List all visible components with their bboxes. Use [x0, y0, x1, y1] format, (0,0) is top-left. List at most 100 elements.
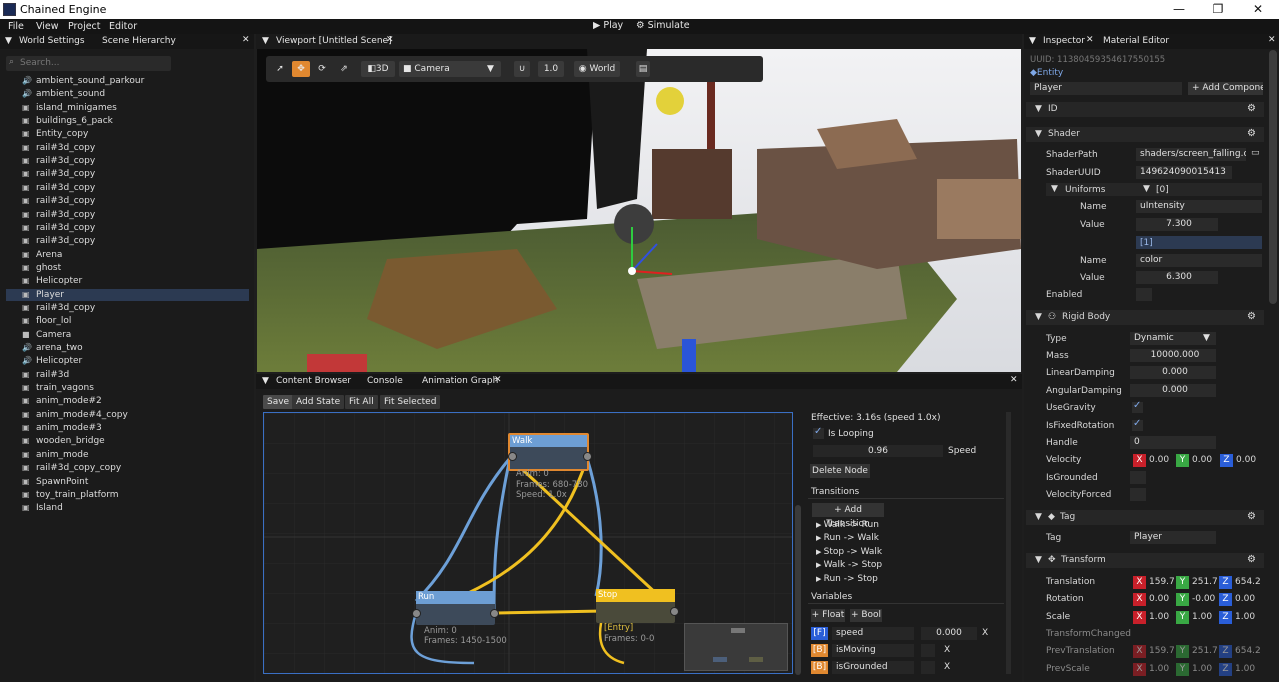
- uniform-1-name-input[interactable]: color: [1136, 254, 1262, 267]
- variable-name-input[interactable]: speed: [832, 627, 914, 640]
- tab-material-editor[interactable]: Material Editor: [1103, 36, 1169, 46]
- add-component-button[interactable]: + Add Componen: [1188, 82, 1263, 95]
- tree-item[interactable]: ▣ floor_lol: [22, 316, 71, 326]
- id-section-header[interactable]: ▼ ID ⚙: [1026, 102, 1264, 117]
- transform-value-y[interactable]: 1.00: [1192, 664, 1218, 674]
- tab-console[interactable]: Console: [367, 376, 403, 386]
- tree-item[interactable]: ▣ anim_mode#3: [22, 423, 102, 433]
- tab-world-settings[interactable]: World Settings: [19, 36, 85, 46]
- rotate-tool-icon[interactable]: ⟳: [314, 61, 330, 77]
- tree-item[interactable]: ▣ rail#3d_copy: [22, 143, 95, 153]
- tree-item[interactable]: ▣ Entity_copy: [22, 129, 88, 139]
- shader-section-header[interactable]: ▼ Shader ⚙: [1026, 127, 1264, 142]
- transform-value-z[interactable]: 654.22: [1235, 577, 1261, 587]
- uniform-0-value-input[interactable]: 7.300: [1136, 218, 1218, 231]
- tree-item[interactable]: ▣ rail#3d: [22, 370, 69, 380]
- is-fixed-rotation-checkbox[interactable]: [1132, 418, 1143, 431]
- velocity-x[interactable]: 0.00: [1149, 455, 1169, 465]
- tree-item[interactable]: ▣ Player: [22, 290, 64, 300]
- delete-variable-icon[interactable]: X: [944, 662, 950, 672]
- use-gravity-checkbox[interactable]: [1132, 400, 1143, 413]
- tree-item[interactable]: ▣ rail#3d_copy: [22, 196, 95, 206]
- type-select[interactable]: Dynamic ▼: [1130, 332, 1216, 345]
- add-state-button[interactable]: Add State: [292, 395, 345, 409]
- node-run[interactable]: Run: [416, 591, 495, 625]
- graph-minimap[interactable]: [684, 623, 788, 671]
- menu-file[interactable]: File: [8, 21, 24, 32]
- collapse-icon[interactable]: ▼: [262, 376, 269, 386]
- folder-icon[interactable]: ▭: [1251, 148, 1260, 158]
- uniform-1-value-input[interactable]: 6.300: [1136, 271, 1218, 284]
- tree-item[interactable]: ▣ rail#3d_copy: [22, 223, 95, 233]
- transform-value-y[interactable]: -0.00: [1192, 594, 1218, 604]
- pin-out[interactable]: [583, 452, 592, 461]
- fit-all-button[interactable]: Fit All: [345, 395, 378, 409]
- delete-variable-icon[interactable]: X: [982, 628, 988, 638]
- tree-item[interactable]: ▣ Arena: [22, 250, 62, 260]
- tree-item[interactable]: ▣ rail#3d_copy: [22, 236, 95, 246]
- is-looping-checkbox[interactable]: [813, 426, 824, 439]
- transform-value-z[interactable]: 1.00: [1235, 612, 1261, 622]
- tree-item[interactable]: ▣ rail#3d_copy: [22, 169, 95, 179]
- tab-inspector[interactable]: Inspector: [1043, 36, 1085, 46]
- maximize-icon[interactable]: ❐: [1208, 2, 1228, 16]
- variable-value-input[interactable]: [921, 644, 935, 657]
- tree-item[interactable]: 🔊 ambient_sound: [22, 89, 105, 99]
- tree-item[interactable]: ■ Camera: [22, 330, 71, 340]
- play-button[interactable]: ▶ Play: [593, 20, 623, 31]
- transform-value-z[interactable]: 1.00: [1235, 664, 1261, 674]
- transform-section-header[interactable]: ▼ ✥ Transform ⚙: [1026, 553, 1264, 568]
- tree-item[interactable]: ▣ ghost: [22, 263, 61, 273]
- menu-view[interactable]: View: [36, 21, 59, 32]
- graph-scrollbar[interactable]: [795, 505, 801, 675]
- tree-item[interactable]: ▣ rail#3d_copy: [22, 183, 95, 193]
- tree-item[interactable]: ▣ rail#3d_copy: [22, 210, 95, 220]
- add-float-button[interactable]: + Float: [811, 609, 845, 622]
- tree-item[interactable]: ▣ wooden_bridge: [22, 436, 105, 446]
- variable-value-input[interactable]: 0.000: [921, 627, 977, 640]
- transform-value-y[interactable]: 1.00: [1192, 612, 1218, 622]
- entity-name-input[interactable]: Player: [1030, 82, 1182, 95]
- minimize-icon[interactable]: —: [1169, 2, 1189, 16]
- add-bool-button[interactable]: + Bool: [850, 609, 882, 622]
- space-toggle[interactable]: ◉ World: [574, 61, 620, 77]
- gear-icon[interactable]: ⚙: [1247, 128, 1256, 139]
- tree-item[interactable]: 🔊 arena_two: [22, 343, 83, 353]
- transition-item[interactable]: ▶ Walk -> Run: [816, 520, 879, 530]
- variable-name-input[interactable]: isMoving: [832, 644, 914, 657]
- tree-item[interactable]: ▣ rail#3d_copy: [22, 156, 95, 166]
- linear-damping-input[interactable]: 0.000: [1130, 366, 1216, 379]
- tree-item[interactable]: ▣ anim_mode#2: [22, 396, 102, 406]
- tree-item[interactable]: 🔊 ambient_sound_parkour: [22, 76, 144, 86]
- gear-icon[interactable]: ⚙: [1247, 103, 1256, 114]
- collapse-icon[interactable]: ▼: [5, 36, 12, 46]
- simulate-button[interactable]: ⚙ Simulate: [636, 20, 690, 31]
- speed-input[interactable]: 0.96: [813, 445, 943, 457]
- tab-animation-graph[interactable]: Animation Graph: [422, 376, 498, 386]
- magnet-icon[interactable]: ∪: [514, 61, 530, 77]
- transition-item[interactable]: ▶ Walk -> Stop: [816, 560, 882, 570]
- tab-content-browser[interactable]: Content Browser: [276, 376, 351, 386]
- transition-item[interactable]: ▶ Run -> Stop: [816, 574, 878, 584]
- close-icon[interactable]: ✕: [386, 35, 394, 45]
- velocity-forced-checkbox[interactable]: [1130, 488, 1146, 501]
- transition-item[interactable]: ▶ Run -> Walk: [816, 533, 879, 543]
- delete-node-button[interactable]: Delete Node: [810, 464, 870, 478]
- velocity-y[interactable]: 0.00: [1192, 455, 1212, 465]
- pin-out[interactable]: [490, 609, 499, 618]
- view-mode-toggle[interactable]: ◧3D: [361, 61, 395, 77]
- tab-scene-hierarchy[interactable]: Scene Hierarchy: [102, 36, 176, 46]
- tree-item[interactable]: ▣ toy_train_platform: [22, 490, 119, 500]
- tree-item[interactable]: ▣ SpawnPoint: [22, 477, 88, 487]
- gear-icon[interactable]: ⚙: [1247, 311, 1256, 322]
- tree-item[interactable]: ▣ buildings_6_pack: [22, 116, 113, 126]
- velocity-z[interactable]: 0.00: [1236, 455, 1256, 465]
- tree-item[interactable]: ▣ island_minigames: [22, 103, 117, 113]
- angular-damping-input[interactable]: 0.000: [1130, 384, 1216, 397]
- tab-viewport[interactable]: Viewport [Untitled Scene]: [276, 36, 392, 46]
- delete-variable-icon[interactable]: X: [944, 645, 950, 655]
- tag-input[interactable]: Player: [1130, 531, 1216, 544]
- is-grounded-checkbox[interactable]: [1130, 471, 1146, 484]
- search-input[interactable]: ⌕ Search...: [6, 56, 171, 71]
- inspector-scrollbar[interactable]: [1269, 50, 1277, 304]
